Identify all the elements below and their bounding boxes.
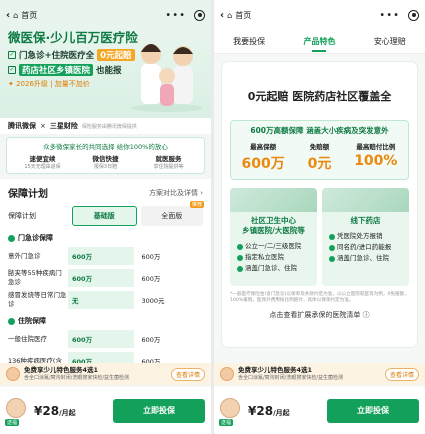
feature-title: 0元起赔 医院药店社区覆盖全 [247,90,392,103]
promo-details-button[interactable]: 查看详情 [384,367,419,381]
home-icon: ⌂ [13,10,19,20]
plan-basic-button[interactable]: 基础版 [72,206,137,226]
guarantee-col: 最高保额 600万 [241,143,285,172]
group-outpatient: 门急诊保障 [8,233,203,243]
hero-banner: 微医保·少儿百万医疗险 ✓ 门急诊+住院医疗全 0元起赔 ✓ 药店社区乡镇医院 … [0,30,211,118]
list-item: 涵盖门急诊、住院 [329,253,409,264]
list-item: 指定私立医院 [237,252,317,263]
tab-bar: 我要投保 产品特色 安心理赔 [214,30,425,54]
check-icon [329,233,335,240]
disclaimer-note: *一般医疗保险金(含门急诊)以保单及条款约定为准，以公立医院就医等为例，0免赔额… [230,292,409,303]
left-screen: ‹ ⌂ 首页 ••• 微医保·少儿百万医疗险 ✓ 门急诊+住院医疗全 0元起赔 … [0,0,211,434]
info-icon: ⓘ [362,311,370,319]
price: ¥28/月起 [34,403,76,418]
tab-features[interactable]: 产品特色 [303,36,335,47]
avatar: 送福 [5,397,28,426]
top-bar: ‹ ⌂ 首页 ••• [0,0,211,30]
right-screen: ‹ ⌂ 首页 ••• 我要投保 产品特色 安心理赔 0元起赔 医院药店社区覆盖全… [214,0,425,434]
home-button[interactable]: ‹ ⌂ 首页 [220,10,251,21]
back-icon[interactable]: ‹ [6,10,10,21]
check-icon: ✓ [8,66,16,74]
list-item: 同名药/进口药能报 [329,242,409,253]
promo-bar: 免费享少儿特色服务4选1 含全口涂氟/窝沟封闭/洗眼搜家快检/益生菌检测 查看详情 [0,363,211,385]
brand-samsung: 三星财险 [49,122,78,130]
plan-section: 保障计划 方案对比及详情 › 保障计划 基础版 全面版 推荐 门急诊保障 意外门… [0,179,211,376]
table-row: 意外门急诊 600万 600万 [8,247,203,265]
features-head: 众多微保家长的共同选择 给你100%的放心 [43,143,168,151]
promo-avatar [6,367,20,381]
list-item: 凭医院处方报销 [329,231,409,242]
guarantee-col: 免赔额 0元 [307,143,332,172]
back-icon[interactable]: ‹ [220,10,224,21]
check-icon [237,254,243,261]
top-bar: ‹ ⌂ 首页 ••• [214,0,425,30]
tab-claims[interactable]: 安心理赔 [374,36,406,47]
check-icon [8,317,15,325]
guarantee-col: 最高赔付比例 100% [354,143,398,169]
feature-item: 就医服务 享住院提供等 [153,155,184,170]
feature-item: 速便宜续 15天无理由退保 [24,155,61,170]
promo-avatar [220,367,234,381]
home-label: 首页 [21,10,38,20]
check-icon [329,255,335,262]
list-item: 公立一/二/三级医院 [237,241,317,252]
feature-item: 微信快捷 报保3日赔 [92,155,119,170]
pharmacy-panel: 线下药店 凭医院处方报销 同名药/进口药能报 涵盖门急诊、住院 [322,188,409,286]
bottom-bar: 送福 ¥28/月起 立即投保 [214,387,425,434]
home-icon: ⌂ [227,10,233,20]
recommend-badge: 推荐 [189,201,204,208]
more-icon[interactable]: ••• [165,10,186,21]
hospital-list-link[interactable]: 点击查看扩展承保的医院清单 ⓘ [230,310,409,320]
hospital-image [230,188,317,212]
check-icon [237,265,243,272]
table-row: 感冒发烧等日常门急诊无 3000元 [8,291,165,309]
bottom-bar: 送福 ¥28/月起 立即投保 [0,387,211,434]
check-icon [8,234,15,242]
plan-compare-link[interactable]: 方案对比及详情 › [149,188,203,198]
promo-bar: 免费享少儿特色服务4选1 含全口涂氟/窝沟封闭/洗眼搜家快检/益生菌检测 查看详情 [214,363,425,385]
check-icon: ✓ [8,51,16,59]
pharmacy-image [322,188,409,212]
avatar: 送福 [219,397,242,426]
plan-title: 保障计划 [8,189,48,200]
more-icon[interactable]: ••• [379,10,400,21]
check-icon [237,243,243,250]
table-row: 脓夹等55种疾病门急诊 600万 600万 [8,269,161,287]
brand-weibao: 腾讯微保 [8,122,36,130]
table-row: 一般住院医疗 600万 600万 [8,330,203,348]
plan-full-button[interactable]: 全面版 推荐 [140,201,204,226]
home-button[interactable]: ‹ ⌂ 首页 [6,10,37,21]
buy-now-button[interactable]: 立即投保 [113,398,205,423]
price: ¥28/月起 [248,403,290,418]
brand-note: 保险服务由腾讯微保提供 [81,123,137,130]
feature-card: 0元起赔 医院药店社区覆盖全 600万高额保障 涵盖大小疾病及突发意外 最高保额… [222,62,417,347]
promo-details-button[interactable]: 查看详情 [170,367,205,381]
plan-label: 保障计划 [8,212,36,220]
close-miniprogram-icon[interactable] [408,9,419,21]
hospital-panel: 社区卫生中心 乡镇医院/大医院等 公立一/二/三级医院 指定私立医院 涵盖门急诊… [230,188,317,286]
brand-row: 腾讯微保 × 三星财险 保险服务由腾讯微保提供 [0,118,211,134]
family-illustration [131,44,203,112]
guarantee-box: 600万高额保障 涵盖大小疾病及突发意外 最高保额 600万 免赔额 0元 最高赔付… [230,120,409,180]
group-inpatient: 住院保障 [8,316,203,326]
features-card: 众多微保家长的共同选择 给你100%的放心 速便宜续 15天无理由退保 微信快捷报… [6,137,205,174]
tab-buy[interactable]: 我要投保 [233,36,265,47]
close-miniprogram-icon[interactable] [194,9,205,21]
check-icon [329,244,335,251]
list-item: 涵盖门急诊、住院 [237,263,317,274]
buy-now-button[interactable]: 立即投保 [327,398,419,423]
